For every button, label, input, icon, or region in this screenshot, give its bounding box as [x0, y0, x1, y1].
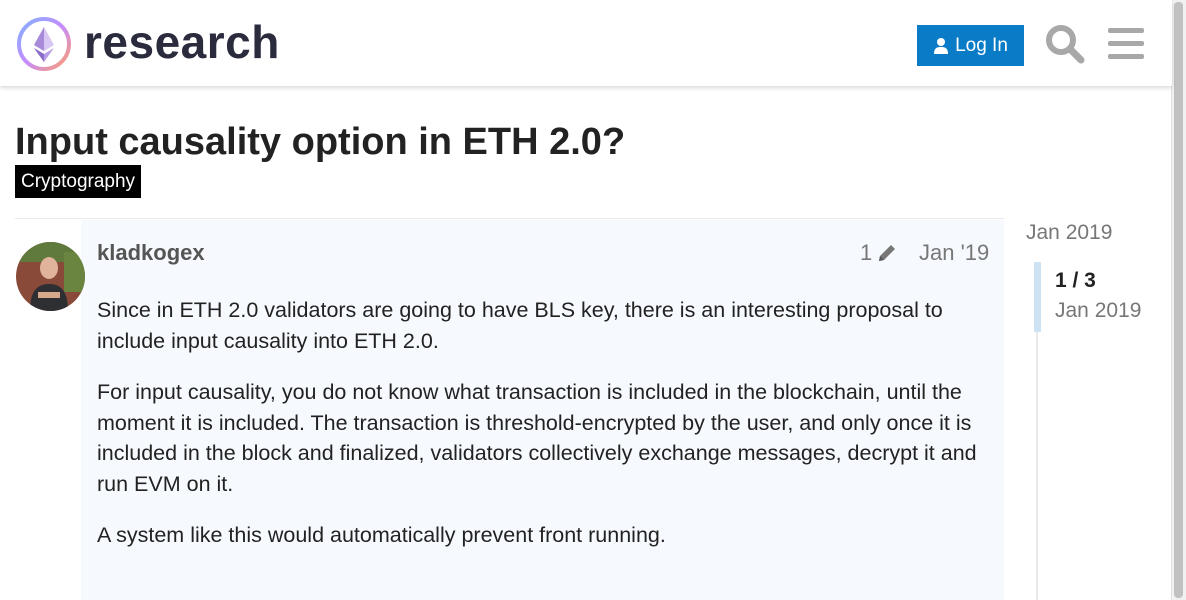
edit-count-value: 1	[860, 240, 873, 265]
site-name[interactable]: research	[84, 14, 280, 70]
timeline-start-date[interactable]: Jan 2019	[1026, 220, 1112, 246]
topic-title[interactable]: Input causality option in ETH 2.0?	[15, 118, 625, 166]
page-scrollbar[interactable]	[1171, 0, 1186, 600]
post-paragraph: For input causality, you do not know wha…	[97, 380, 977, 496]
logo-icon[interactable]	[16, 16, 72, 72]
site-header: research Log In	[0, 0, 1172, 86]
edit-history-button[interactable]: 1	[860, 240, 898, 266]
hamburger-menu-icon[interactable]	[1106, 24, 1146, 64]
avatar-image	[16, 242, 85, 311]
timeline-handle[interactable]	[1034, 262, 1041, 332]
timeline-position: 1 / 3	[1055, 269, 1096, 292]
pencil-icon	[879, 245, 896, 261]
topic-divider	[15, 218, 1004, 219]
user-icon	[934, 37, 949, 54]
login-label: Log In	[955, 34, 1008, 56]
post-date[interactable]: Jan '19	[919, 240, 989, 266]
login-button[interactable]: Log In	[917, 25, 1024, 66]
post-paragraph: A system like this would automatically p…	[97, 523, 666, 547]
timeline-current-date: Jan 2019	[1055, 299, 1142, 322]
scrollbar-thumb[interactable]	[1174, 2, 1183, 598]
search-icon[interactable]	[1043, 22, 1087, 66]
post-paragraph: Since in ETH 2.0 validators are going to…	[97, 298, 943, 353]
category-badge[interactable]: Cryptography	[15, 165, 142, 198]
avatar[interactable]	[16, 242, 85, 311]
post-username[interactable]: kladkogex	[97, 240, 205, 266]
post-content: Since in ETH 2.0 validators are going to…	[97, 295, 997, 572]
